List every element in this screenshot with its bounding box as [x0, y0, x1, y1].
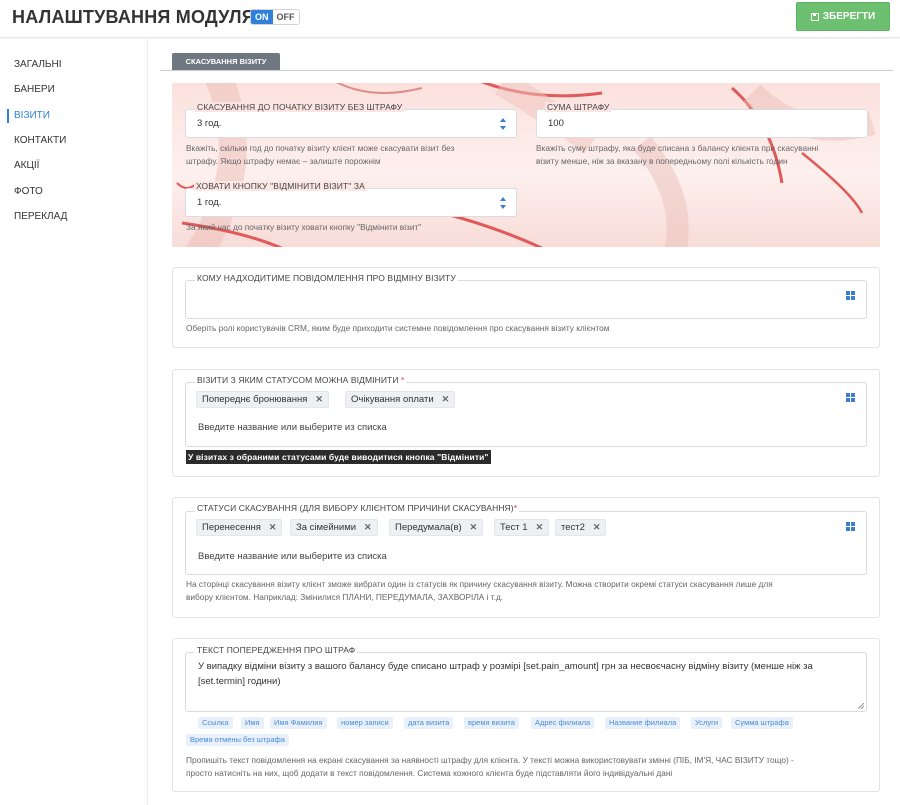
remove-tag-icon[interactable]: ✕ — [442, 394, 450, 405]
variable-chip[interactable]: Ссылка — [198, 717, 233, 729]
tab-underline — [160, 70, 893, 71]
cancel-before-label: СКАСУВАННЯ ДО ПОЧАТКУ ВІЗИТУ БЕЗ ШТРАФУ — [195, 102, 405, 112]
sidebar-active-indicator — [7, 109, 9, 123]
toggle-off[interactable]: OFF — [272, 10, 299, 24]
penalty-amount-value: 100 — [548, 118, 564, 129]
sidebar-item-contacts[interactable]: КОНТАКТИ — [14, 135, 66, 146]
sidebar-item-general[interactable]: ЗАГАЛЬНІ — [14, 59, 61, 70]
variable-chip[interactable]: Время отмены без штрафа — [186, 734, 289, 746]
header: НАЛАШТУВАННЯ МОДУЛЯ ON OFF ЗБЕРЕГТИ — [0, 0, 900, 38]
warning-text-hint: Пропишіть текст повідомлення на екрані с… — [186, 755, 794, 778]
reasons-hint: На сторінці скасування візиту клієнт змо… — [186, 579, 773, 602]
reason-tag: Передумала(в) ✕ — [389, 519, 484, 536]
penalty-amount-input[interactable]: 100 — [536, 109, 868, 138]
statuses-label: ВІЗИТИ З ЯКИМ СТАТУСОМ МОЖНА ВІДМІНИТИ * — [195, 375, 407, 385]
variable-chip[interactable]: Адрес филиала — [531, 717, 595, 729]
sidebar-item-visits[interactable]: ВІЗИТИ — [14, 110, 50, 121]
variable-chip[interactable]: Сумма штрафа — [731, 717, 793, 729]
sidebar-item-photo[interactable]: ФОТО — [14, 186, 43, 197]
warning-text-label: ТЕКСТ ПОПЕРЕДЖЕННЯ ПРО ШТРАФ — [195, 645, 358, 655]
reasons-search-placeholder[interactable]: Введите название или выберите из списка — [198, 551, 387, 562]
tab-cancel-visit[interactable]: СКАСУВАННЯ ВІЗИТУ — [172, 53, 280, 70]
recipients-hint: Оберіть ролі користувачів CRM, яким буде… — [186, 323, 610, 333]
hide-button-value: 1 год. — [197, 197, 222, 208]
sidebar-item-banners[interactable]: БАНЕРИ — [14, 84, 55, 95]
floppy-icon — [810, 12, 819, 21]
reason-tag: тест2 ✕ — [555, 519, 607, 536]
cancel-before-value: 3 год. — [197, 118, 222, 129]
hide-button-hint: За який час до початку візиту ховати кно… — [186, 222, 422, 232]
resize-handle-icon[interactable] — [858, 703, 864, 709]
remove-tag-icon[interactable]: ✕ — [315, 394, 323, 405]
save-button[interactable]: ЗБЕРЕГТИ — [796, 2, 890, 31]
variable-chip[interactable]: Название филиала — [605, 717, 681, 729]
sidebar — [0, 39, 147, 805]
status-tag: Очікування оплати ✕ — [345, 391, 456, 408]
status-tag: Попереднє бронювання ✕ — [196, 391, 329, 408]
grid-icon — [846, 291, 856, 301]
variable-chip[interactable]: время визита — [464, 717, 519, 729]
hide-button-label: ХОВАТИ КНОПКУ "ВІДМІНИТИ ВІЗИТ" ЗА — [194, 181, 367, 191]
recipients-label: КОМУ НАДХОДИТИМЕ ПОВІДОМЛЕННЯ ПРО ВІДМІН… — [195, 273, 458, 283]
statuses-search-placeholder[interactable]: Введите название или выберите из списка — [198, 422, 387, 433]
penalty-amount-label: СУМА ШТРАФУ — [545, 102, 612, 112]
warning-text-value: У випадку відміни візиту з вашого баланс… — [198, 661, 813, 687]
remove-tag-icon[interactable]: ✕ — [470, 522, 478, 533]
hide-button-select[interactable]: 1 год. — [185, 188, 517, 217]
cancel-before-hint: Вкажіть, скільки год до початку візиту к… — [186, 143, 455, 166]
variable-chip[interactable]: номер записи — [337, 717, 393, 729]
variable-chip[interactable]: дата визита — [404, 717, 454, 729]
reasons-label: СТАТУСИ СКАСУВАННЯ (ДЛЯ ВИБОРУ КЛІЄНТОМ … — [195, 503, 520, 513]
variable-chip[interactable]: Имя Фамилия — [270, 717, 327, 729]
select-arrows-icon — [500, 118, 506, 130]
reason-tag: Тест 1 ✕ — [494, 519, 550, 536]
cancel-before-select[interactable]: 3 год. — [185, 109, 517, 138]
page-title: НАЛАШТУВАННЯ МОДУЛЯ — [12, 7, 255, 27]
remove-tag-icon[interactable]: ✕ — [536, 522, 544, 533]
remove-tag-icon[interactable]: ✕ — [269, 522, 277, 533]
reason-tag: Перенесення ✕ — [196, 519, 283, 536]
remove-tag-icon[interactable]: ✕ — [593, 522, 601, 533]
penalty-amount-hint: Вкажіть суму штрафу, яка буде списана з … — [536, 143, 819, 166]
grid-icon — [846, 393, 856, 403]
toggle-on[interactable]: ON — [251, 10, 273, 24]
select-arrows-icon — [500, 197, 506, 209]
remove-tag-icon[interactable]: ✕ — [364, 522, 372, 533]
reason-tag: За сімейними ✕ — [290, 519, 378, 536]
warning-text-textarea[interactable]: У випадку відміни візиту з вашого баланс… — [185, 652, 867, 712]
variable-chip[interactable]: Имя — [241, 717, 264, 729]
statuses-note: У візитах з обраними статусами буде виво… — [186, 450, 491, 464]
save-button-label: ЗБЕРЕГТИ — [822, 11, 876, 22]
sidebar-item-promotions[interactable]: АКЦІЇ — [14, 160, 39, 171]
recipients-select[interactable] — [185, 280, 867, 319]
sidebar-item-translation[interactable]: ПЕРЕКЛАД — [14, 211, 67, 222]
module-toggle[interactable]: ON OFF — [250, 9, 300, 25]
variable-chip[interactable]: Услуги — [691, 717, 723, 729]
grid-icon — [846, 522, 856, 532]
